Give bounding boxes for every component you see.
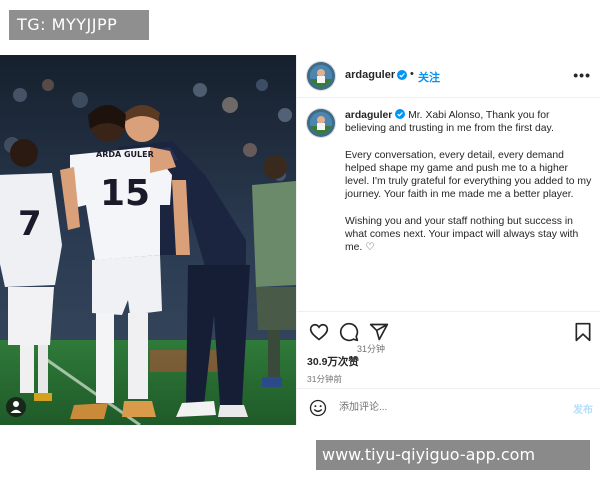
post-panel: ardaguler • 关注 ••• ardaguler Mr. Xabi Al… — [296, 55, 600, 425]
share-icon[interactable] — [369, 322, 389, 342]
post-comment-button[interactable]: 发布 — [573, 401, 593, 416]
likes-count[interactable]: 30.9万次赞 — [307, 354, 359, 369]
follow-button[interactable]: 关注 — [418, 69, 440, 85]
post-timestamp: 31分钟前 — [307, 374, 342, 384]
comment-input[interactable] — [339, 398, 539, 416]
caption-avatar[interactable] — [307, 109, 335, 137]
avatar[interactable] — [307, 62, 335, 90]
caption-paragraph: Every conversation, every detail, every … — [345, 149, 592, 201]
jersey-name: ARDA GULER — [96, 150, 154, 159]
post-header: ardaguler • 关注 ••• — [297, 55, 600, 98]
post-photo[interactable]: 7 ARDA GULER 15 — [0, 55, 296, 425]
emoji-icon[interactable] — [309, 399, 327, 417]
heart-icon[interactable] — [309, 322, 329, 342]
header-separator: • — [410, 68, 414, 80]
caption-verified-icon — [395, 109, 406, 119]
photo-illustration: 7 ARDA GULER 15 — [0, 55, 296, 425]
comment-icon[interactable] — [339, 322, 359, 342]
action-bar: 30.9万次赞 31分钟前 — [297, 311, 600, 384]
left-player-number: 7 — [18, 204, 42, 244]
verified-icon — [397, 70, 407, 80]
watermark-top: TG: MYYJJPP — [9, 10, 149, 40]
caption-username[interactable]: ardaguler — [345, 110, 392, 121]
user-tag-icon[interactable] — [6, 397, 26, 417]
caption-text: ardaguler Mr. Xabi Alonso, Thank you for… — [345, 109, 593, 268]
bookmark-icon[interactable] — [573, 322, 593, 342]
caption-paragraph: Wishing you and your staff nothing but s… — [345, 215, 579, 254]
comment-bar: 发布 — [297, 388, 600, 426]
header-username[interactable]: ardaguler — [345, 69, 395, 81]
watermark-bottom: www.tiyu-qiyiguo-app.com — [316, 440, 590, 470]
jersey-number: 15 — [100, 173, 150, 214]
more-icon[interactable]: ••• — [573, 67, 591, 83]
